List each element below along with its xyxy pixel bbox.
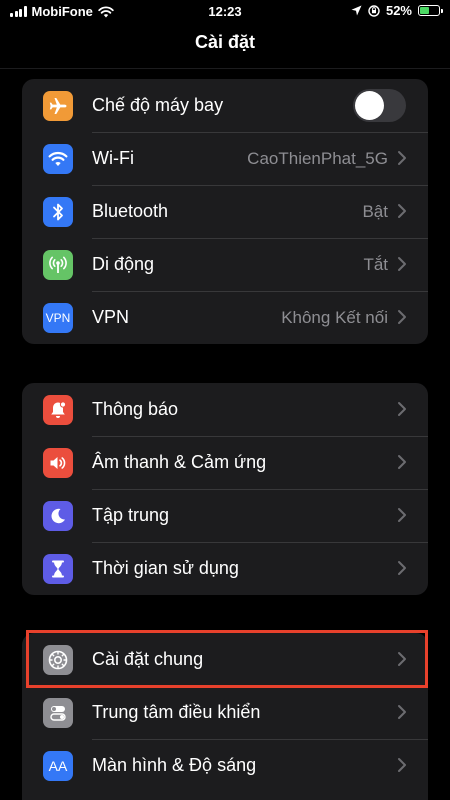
location-arrow-icon <box>351 5 362 16</box>
battery-level <box>420 7 429 14</box>
chevron-right-icon <box>398 257 406 271</box>
row-vpn[interactable]: VPN VPN Không Kết nối <box>22 291 428 344</box>
bell-icon <box>43 395 73 425</box>
row-sounds-haptics[interactable]: Âm thanh & Cảm ứng <box>22 436 428 489</box>
chevron-right-icon <box>398 204 406 218</box>
battery-percent: 52% <box>385 3 412 18</box>
row-label: Bluetooth <box>92 201 169 221</box>
row-label: Tập trung <box>92 505 170 525</box>
chevron-right-icon <box>398 508 406 522</box>
row-label: VPN <box>92 307 130 327</box>
notifications-group: Thông báo Âm thanh & Cảm ứng Tập trung T… <box>22 383 428 595</box>
row-label: Wi-Fi <box>92 148 134 168</box>
chevron-right-icon <box>398 561 406 575</box>
row-airplane-mode: Chế độ máy bay <box>22 79 428 132</box>
general-group: Cài đặt chung Trung tâm điều khiển AA Mà… <box>22 633 428 800</box>
row-label: Chế độ máy bay <box>92 95 224 115</box>
airplane-icon <box>43 91 73 121</box>
row-notifications[interactable]: Thông báo <box>22 383 428 436</box>
row-label: Cài đặt chung <box>92 649 204 669</box>
text-size-icon-text: AA <box>48 758 68 774</box>
page-title: Cài đặt <box>194 32 255 52</box>
bluetooth-icon <box>43 197 73 227</box>
antenna-icon <box>43 250 73 280</box>
row-screen-time[interactable]: Thời gian sử dụng <box>22 542 428 595</box>
row-label: Màn hình & Độ sáng <box>92 755 257 775</box>
chevron-right-icon <box>398 151 406 165</box>
speaker-icon <box>43 448 73 478</box>
airplane-mode-toggle[interactable] <box>353 89 406 122</box>
row-label: Thông báo <box>92 399 179 419</box>
vpn-icon: VPN <box>43 303 73 333</box>
row-control-center[interactable]: Trung tâm điều khiển <box>22 686 428 739</box>
text-size-icon: AA <box>43 751 73 781</box>
row-wifi[interactable]: Wi-Fi CaoThienPhat_5G <box>22 132 428 185</box>
row-general[interactable]: Cài đặt chung <box>22 633 428 686</box>
battery-icon <box>418 5 443 16</box>
row-value: Tắt <box>363 255 388 274</box>
status-right: 52% <box>351 3 443 18</box>
settings-screen: MobiFone 12:23 52% Cài đặt Chế độ máy ba… <box>0 0 450 800</box>
chevron-right-icon <box>398 705 406 719</box>
row-display-brightness[interactable]: AA Màn hình & Độ sáng <box>22 739 428 792</box>
rotation-lock-icon <box>368 4 380 17</box>
wifi-icon <box>43 144 73 174</box>
row-value: Bật <box>362 202 388 221</box>
moon-icon <box>43 501 73 531</box>
hourglass-icon <box>43 554 73 584</box>
row-label: Di động <box>92 254 155 274</box>
row-bluetooth[interactable]: Bluetooth Bật <box>22 185 428 238</box>
row-cellular[interactable]: Di động Tắt <box>22 238 428 291</box>
chevron-right-icon <box>398 402 406 416</box>
toggle-knob <box>355 91 384 120</box>
row-value: CaoThienPhat_5G <box>247 149 388 168</box>
connectivity-group: Chế độ máy bay Wi-Fi CaoThienPhat_5G Blu… <box>22 79 428 344</box>
toggles-icon <box>43 698 73 728</box>
status-bar: MobiFone 12:23 52% <box>0 0 450 24</box>
chevron-right-icon <box>398 310 406 324</box>
nav-divider <box>0 68 450 69</box>
gear-icon <box>43 645 73 675</box>
row-label: Thời gian sử dụng <box>92 558 239 578</box>
row-value: Không Kết nối <box>281 308 388 327</box>
row-label: Trung tâm điều khiển <box>92 702 261 722</box>
vpn-icon-text: VPN <box>45 311 71 325</box>
chevron-right-icon <box>398 652 406 666</box>
row-label: Âm thanh & Cảm ứng <box>92 452 267 472</box>
chevron-right-icon <box>398 455 406 469</box>
chevron-right-icon <box>398 758 406 772</box>
row-focus[interactable]: Tập trung <box>22 489 428 542</box>
